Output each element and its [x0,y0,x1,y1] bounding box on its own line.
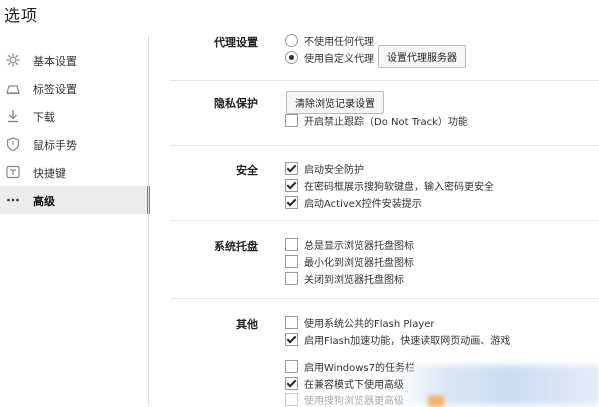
divider [170,145,599,146]
sidebar-item-label: 鼠标手势 [33,139,77,152]
blurred-spot [428,395,444,407]
tray-item-label: 最小化到浏览器托盘图标 [304,258,414,269]
dnt-checkbox[interactable] [285,114,298,127]
tray-item-label: 关闭到浏览器托盘图标 [304,275,404,286]
sidebar-item-shortcuts[interactable]: 快捷键 [0,158,148,186]
shield-icon [6,137,20,152]
security-item-label: 在密码框展示搜狗软键盘，输入密码更安全 [304,182,494,193]
tray-checkbox[interactable] [285,255,298,268]
tray-item-label: 总是显示浏览器托盘图标 [304,241,414,252]
proxy-settings-button[interactable]: 设置代理服务器 [378,45,466,68]
dnt-checkbox-row[interactable]: 开启禁止跟踪（Do Not Track）功能 [285,113,468,128]
tray-checkbox[interactable] [285,238,298,251]
proxy-option-none[interactable]: 不使用任何代理 [285,33,374,48]
sidebar-divider [148,36,149,405]
blurred-overlay [395,365,599,405]
other-item[interactable]: 使用系统公共的Flash Player [285,315,435,330]
security-item[interactable]: 在密码框展示搜狗软键盘，输入密码更安全 [285,178,494,193]
other-checkbox[interactable] [285,333,298,346]
security-checkbox[interactable] [285,196,298,209]
download-icon [6,109,20,123]
tab-icon [6,81,20,95]
gear-icon [6,53,20,67]
privacy-section-label: 隐私保护 [214,97,258,110]
other-checkbox[interactable] [285,316,298,329]
tray-section-label: 系统托盘 [214,240,258,253]
security-section-label: 安全 [236,164,258,177]
other-checkbox[interactable] [285,377,298,390]
more-icon [6,193,20,207]
tray-item[interactable]: 最小化到浏览器托盘图标 [285,254,414,269]
proxy-option-custom[interactable]: 使用自定义代理 [285,50,374,65]
sidebar-item-label: 下载 [33,111,55,124]
security-item[interactable]: 启动ActiveX控件安装提示 [285,195,422,210]
proxy-option-label: 不使用任何代理 [304,37,374,48]
sidebar-item-tabs[interactable]: 标签设置 [0,74,148,102]
security-item[interactable]: 启动安全防护 [285,161,364,176]
divider [170,220,599,221]
sidebar-item-download[interactable]: 下载 [0,102,148,130]
other-item-label: 启用Flash加速功能，快速读取网页动画、游戏 [304,336,511,347]
other-checkbox-disabled [285,393,298,406]
security-item-label: 启动安全防护 [304,165,364,176]
sidebar-item-mouse-gesture[interactable]: 鼠标手势 [0,130,148,158]
other-item[interactable]: 在兼容模式下使用高级 [285,376,404,391]
other-checkbox[interactable] [285,360,298,373]
security-checkbox[interactable] [285,179,298,192]
radio-none[interactable] [285,34,298,47]
security-item-label: 启动ActiveX控件安装提示 [304,199,422,210]
tray-checkbox[interactable] [285,272,298,285]
security-checkbox[interactable] [285,162,298,175]
other-item[interactable]: 启用Flash加速功能，快速读取网页动画、游戏 [285,332,510,347]
sidebar-item-label: 高级 [33,195,55,208]
sidebar: 基本设置 标签设置 下载 鼠标手势 快捷键 高级 [0,36,150,405]
tray-item[interactable]: 总是显示浏览器托盘图标 [285,237,414,252]
divider [170,80,599,81]
proxy-section-label: 代理设置 [214,36,258,49]
sidebar-item-label: 快捷键 [33,167,66,180]
sidebar-item-label: 基本设置 [33,55,77,68]
tray-item[interactable]: 关闭到浏览器托盘图标 [285,271,404,286]
proxy-option-label: 使用自定义代理 [304,54,374,65]
other-item-label: 使用系统公共的Flash Player [304,319,435,330]
sidebar-item-advanced[interactable]: 高级 [0,186,150,214]
divider [170,298,599,299]
sidebar-item-basic[interactable]: 基本设置 [0,46,148,74]
dnt-label: 开启禁止跟踪（Do Not Track）功能 [304,117,468,128]
window-title: 选项 [4,6,39,25]
other-section-label: 其他 [236,318,258,331]
other-item-label: 在兼容模式下使用高级 [304,380,404,391]
radio-custom[interactable] [285,51,298,64]
keyboard-icon [6,165,20,179]
sidebar-item-label: 标签设置 [33,83,77,96]
clear-history-button[interactable]: 清除浏览记录设置 [286,91,384,114]
